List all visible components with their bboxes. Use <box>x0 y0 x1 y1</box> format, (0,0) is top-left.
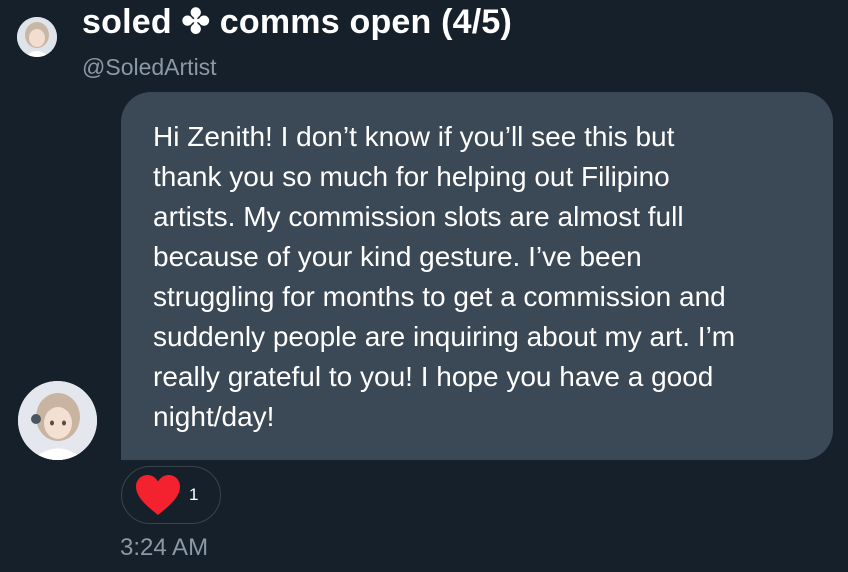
sender-avatar[interactable] <box>18 381 97 460</box>
message-bubble[interactable]: Hi Zenith! I don’t know if you’ll see th… <box>121 92 833 460</box>
heart-icon <box>136 475 180 515</box>
sender-handle[interactable]: @SoledArtist <box>82 54 217 81</box>
message-text: Hi Zenith! I don’t know if you’ll see th… <box>153 121 736 432</box>
avatar-image <box>18 381 97 460</box>
avatar-image <box>17 17 57 57</box>
reaction-count: 1 <box>189 485 199 504</box>
message-timestamp: 3:24 AM <box>120 534 209 561</box>
avatar[interactable] <box>17 17 57 57</box>
reaction-button[interactable]: 1 <box>121 466 221 524</box>
sender-display-name[interactable]: soled ✤ comms open (4/5) <box>82 2 512 42</box>
